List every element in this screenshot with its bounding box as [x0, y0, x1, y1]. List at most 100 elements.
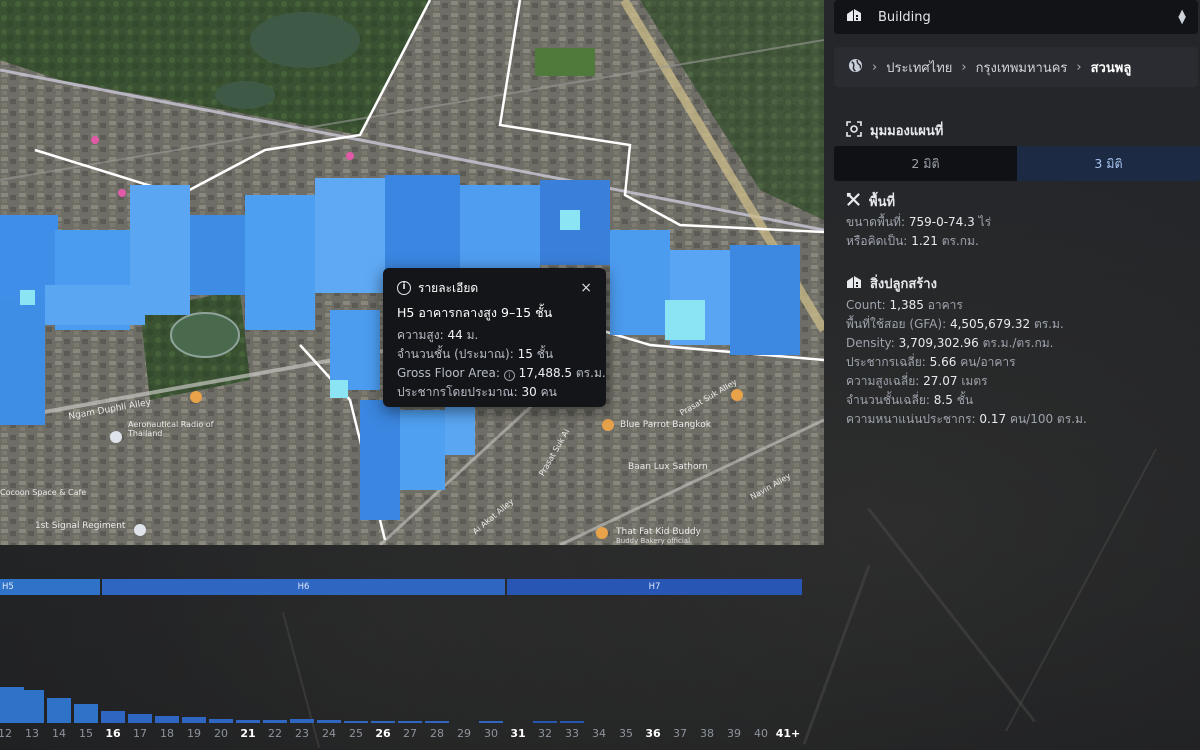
stat-density: Density: 3,709,302.96 ตร.ม./ตร.กม.	[846, 336, 1054, 350]
stat-avg-height: ความสูงเฉลี่ย: 27.07 เมตร	[846, 374, 988, 388]
histogram-tick: 27	[403, 727, 417, 740]
popup-subtitle: H5 อาคารกลางสูง 9–15 ชั้น	[397, 305, 553, 320]
map-label: Cocoon Space & Cafe	[0, 488, 87, 497]
histogram-tick: 31	[510, 727, 526, 740]
histogram-tick: 28	[430, 727, 444, 740]
chevron-updown-icon: ▲ ▼	[1178, 8, 1186, 26]
popup-row-population: ประชากรโดยประมาณ: 30 คน	[397, 385, 557, 399]
popup-row-gfa: Gross Floor Area: i 17,488.5 ตร.ม.	[397, 366, 606, 381]
stat-gfa: พื้นที่ใช้สอย (GFA): 4,505,679.32 ตร.ม.	[846, 317, 1064, 331]
histogram-bar[interactable]	[209, 719, 233, 723]
histogram-tick: 23	[295, 727, 309, 740]
info-sidebar: Building ▲ ▼ › ประเทศไทย › กรุงเทพมหานคร …	[832, 0, 1200, 750]
histogram-bar[interactable]	[533, 721, 557, 723]
building-stats: Count: 1,385 อาคาร พื้นที่ใช้สอย (GFA): …	[846, 296, 1087, 429]
close-icon[interactable]: ×	[580, 280, 592, 296]
breadcrumb-district: สวนพลู	[1090, 60, 1132, 76]
map-label: 1st Signal Regiment	[35, 521, 126, 531]
histogram-tick: 16	[105, 727, 121, 740]
histogram-tick: 22	[268, 727, 282, 740]
histogram-bar[interactable]	[317, 720, 341, 723]
chevron-right-icon: ›	[1076, 59, 1082, 75]
histogram-tick: 33	[565, 727, 579, 740]
buildings-section-title: สิ่งปลูกสร้าง	[846, 273, 937, 294]
histogram-tick: 36	[645, 727, 661, 740]
histogram-tick: 37	[673, 727, 687, 740]
view-2d-button[interactable]: 2 มิติ	[834, 146, 1017, 181]
info-icon: i	[397, 281, 411, 295]
histogram-tick: 38	[700, 727, 714, 740]
band-h5[interactable]: H5	[0, 579, 100, 595]
area-equiv-row: หรือคิดเป็น: 1.21 ตร.กม.	[846, 234, 979, 248]
map-label: Blue Parrot Bangkok	[620, 420, 711, 430]
building-icon	[846, 275, 862, 293]
view-3d-button[interactable]: 3 มิติ	[1017, 146, 1200, 181]
band-h7[interactable]: H7	[507, 579, 802, 595]
histogram-bar[interactable]	[290, 719, 314, 723]
histogram-bar[interactable]	[344, 721, 368, 723]
map-3d-view[interactable]: Ngam Duphli Alley Aeronautical Radio of …	[0, 0, 824, 545]
view-mode-toggle[interactable]: 2 มิติ 3 มิติ	[834, 146, 1200, 181]
popup-row-floors: จำนวนชั้น (ประมาณ): 15 ชั้น	[397, 347, 554, 361]
histogram-tick: 32	[538, 727, 552, 740]
histogram-bar[interactable]	[236, 720, 260, 723]
histogram-bar[interactable]	[128, 714, 152, 723]
area-stats: ขนาดพื้นที่: 759-0-74.3 ไร่ หรือคิดเป็น:…	[846, 213, 991, 251]
histogram-tick: 13	[25, 727, 39, 740]
histogram-bar[interactable]	[182, 717, 206, 723]
histogram-tick: 41+	[775, 727, 801, 740]
histogram-bar[interactable]	[20, 690, 44, 723]
histogram-tick: 18	[160, 727, 174, 740]
layer-select-label: Building	[878, 9, 931, 25]
histogram-tick: 14	[52, 727, 66, 740]
building-icon	[846, 8, 862, 26]
layer-select[interactable]: Building ▲ ▼	[834, 0, 1198, 34]
band-h6[interactable]: H6	[102, 579, 505, 595]
chevron-right-icon: ›	[961, 59, 967, 75]
histogram-tick: 24	[322, 727, 336, 740]
histogram-bar[interactable]	[263, 720, 287, 723]
histogram-tick: 30	[484, 727, 498, 740]
chevron-right-icon: ›	[872, 59, 878, 75]
stat-count: Count: 1,385 อาคาร	[846, 298, 963, 312]
histogram-tick: 19	[187, 727, 201, 740]
histogram-tick: 26	[375, 727, 391, 740]
stat-pop-density: ความหนาแน่นประชากร: 0.17 คน/100 ตร.ม.	[846, 412, 1087, 426]
histogram-bar[interactable]	[398, 721, 422, 723]
breadcrumb-province[interactable]: กรุงเทพมหานคร	[976, 57, 1068, 78]
histogram-bar[interactable]	[155, 715, 179, 723]
histogram-tick: 12	[0, 727, 12, 740]
histogram-bar[interactable]	[560, 721, 584, 723]
histogram-bar[interactable]	[47, 697, 71, 723]
view-section-title: มุมมองแผนที่	[846, 120, 943, 141]
area-size-row: ขนาดพื้นที่: 759-0-74.3 ไร่	[846, 215, 992, 229]
map-label: Baan Lux Sathorn	[628, 462, 708, 472]
histogram-tick: 17	[133, 727, 147, 740]
stat-avg-floors: จำนวนชั้นเฉลี่ย: 8.5 ชั้น	[846, 393, 974, 407]
histogram-bar[interactable]	[74, 703, 98, 723]
map-label: That Fat Kid Buddy	[616, 527, 701, 537]
stat-avg-population: ประชากรเฉลี่ย: 5.66 คน/อาคาร	[846, 355, 1016, 369]
histogram-tick: 15	[79, 727, 93, 740]
histogram-tick: 34	[592, 727, 606, 740]
area-section-title: พื้นที่	[846, 191, 895, 212]
histogram-tick: 40	[754, 727, 768, 740]
histogram-bar[interactable]	[479, 721, 503, 723]
popup-row-height: ความสูง: 44 ม.	[397, 328, 479, 342]
histogram-tick: 29	[457, 727, 471, 740]
popup-title: รายละเอียด	[418, 280, 479, 295]
histogram-bar[interactable]	[371, 721, 395, 723]
building-detail-popup: i รายละเอียด × H5 อาคารกลางสูง 9–15 ชั้น…	[383, 268, 606, 407]
histogram-tick: 21	[240, 727, 256, 740]
map-label: Buddy Bakery official	[616, 537, 691, 545]
gfa-info-icon[interactable]: i	[503, 370, 515, 381]
histogram-bar[interactable]	[101, 711, 125, 723]
breadcrumb-country[interactable]: ประเทศไทย	[886, 57, 952, 78]
histogram-bar[interactable]	[425, 721, 449, 723]
globe-icon	[848, 58, 863, 77]
histogram-tick: 25	[349, 727, 363, 740]
view-icon	[846, 120, 862, 141]
breadcrumb: › ประเทศไทย › กรุงเทพมหานคร › สวนพลู	[834, 47, 1198, 87]
histogram-tick: 20	[214, 727, 228, 740]
map-label: Aeronautical Radio of Thailand	[128, 420, 214, 438]
